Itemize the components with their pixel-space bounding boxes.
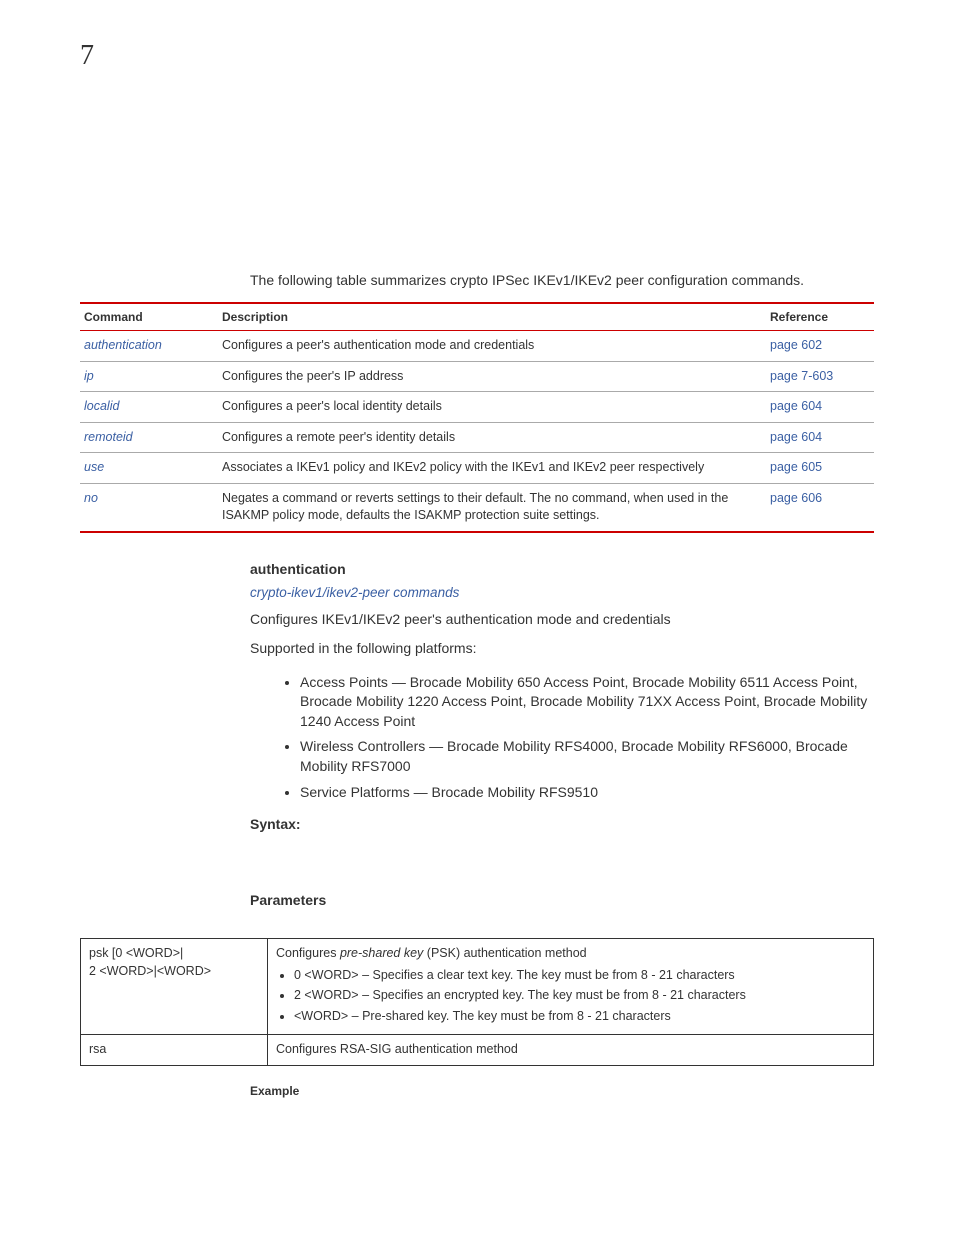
cmd-link[interactable]: localid	[84, 399, 119, 413]
param-desc: Configures pre-shared key (PSK) authenti…	[268, 939, 874, 1035]
page-content: 7 The following table summarizes crypto …	[0, 0, 954, 1138]
table-row: remoteid Configures a remote peer's iden…	[80, 422, 874, 453]
cmd-desc: Configures a peer's local identity detai…	[218, 392, 766, 423]
param-desc-text: Configures	[276, 946, 340, 960]
list-item: <WORD> – Pre-shared key. The key must be…	[294, 1008, 865, 1026]
table-row: authentication Configures a peer's authe…	[80, 331, 874, 362]
cmd-desc: Configures the peer's IP address	[218, 361, 766, 392]
table-row: use Associates a IKEv1 policy and IKEv2 …	[80, 453, 874, 484]
chapter-number: 7	[80, 40, 874, 72]
param-desc: Configures RSA-SIG authentication method	[268, 1035, 874, 1066]
table-row: no Negates a command or reverts settings…	[80, 483, 874, 532]
cmd-desc: Associates a IKEv1 policy and IKEv2 poli…	[218, 453, 766, 484]
example-heading: Example	[250, 1084, 874, 1098]
syntax-heading: Syntax:	[250, 816, 874, 832]
th-reference: Reference	[766, 303, 874, 331]
cmd-link[interactable]: no	[84, 491, 98, 505]
table-row: ip Configures the peer's IP address page…	[80, 361, 874, 392]
cmd-desc: Negates a command or reverts settings to…	[218, 483, 766, 532]
param-bullets: 0 <WORD> – Specifies a clear text key. T…	[294, 967, 865, 1026]
list-item: Service Platforms — Brocade Mobility RFS…	[300, 783, 874, 803]
page-ref-link[interactable]: page 7-603	[770, 369, 833, 383]
supported-label: Supported in the following platforms:	[250, 639, 874, 659]
platforms-list: Access Points — Brocade Mobility 650 Acc…	[280, 673, 874, 803]
cmd-link[interactable]: remoteid	[84, 430, 133, 444]
page-ref-link[interactable]: page 604	[770, 430, 822, 444]
cmd-desc: Configures a peer's authentication mode …	[218, 331, 766, 362]
page-ref-link[interactable]: page 602	[770, 338, 822, 352]
page-ref-link[interactable]: page 606	[770, 491, 822, 505]
th-command: Command	[80, 303, 218, 331]
table-row: rsa Configures RSA-SIG authentication me…	[81, 1035, 874, 1066]
param-desc-em: pre-shared key	[340, 946, 423, 960]
section-breadcrumb-link[interactable]: crypto-ikev1/ikev2-peer commands	[250, 585, 874, 600]
parameters-heading: Parameters	[250, 892, 874, 908]
param-name: psk [0 <WORD>| 2 <WORD>|<WORD>	[81, 939, 268, 1035]
page-ref-link[interactable]: page 604	[770, 399, 822, 413]
table-row: psk [0 <WORD>| 2 <WORD>|<WORD> Configure…	[81, 939, 874, 1035]
commands-table: Command Description Reference authentica…	[80, 302, 874, 533]
cmd-link[interactable]: authentication	[84, 338, 162, 352]
table-row: localid Configures a peer's local identi…	[80, 392, 874, 423]
cmd-link[interactable]: use	[84, 460, 104, 474]
cmd-link[interactable]: ip	[84, 369, 94, 383]
cmd-desc: Configures a remote peer's identity deta…	[218, 422, 766, 453]
section-title: authentication	[250, 561, 874, 577]
list-item: Wireless Controllers — Brocade Mobility …	[300, 737, 874, 776]
param-desc-text: (PSK) authentication method	[423, 946, 586, 960]
th-description: Description	[218, 303, 766, 331]
list-item: 2 <WORD> – Specifies an encrypted key. T…	[294, 987, 865, 1005]
page-ref-link[interactable]: page 605	[770, 460, 822, 474]
list-item: 0 <WORD> – Specifies a clear text key. T…	[294, 967, 865, 985]
section-description: Configures IKEv1/IKEv2 peer's authentica…	[250, 610, 874, 630]
parameters-table: psk [0 <WORD>| 2 <WORD>|<WORD> Configure…	[80, 938, 874, 1066]
param-name: rsa	[81, 1035, 268, 1066]
intro-paragraph: The following table summarizes crypto IP…	[250, 272, 874, 288]
list-item: Access Points — Brocade Mobility 650 Acc…	[300, 673, 874, 732]
